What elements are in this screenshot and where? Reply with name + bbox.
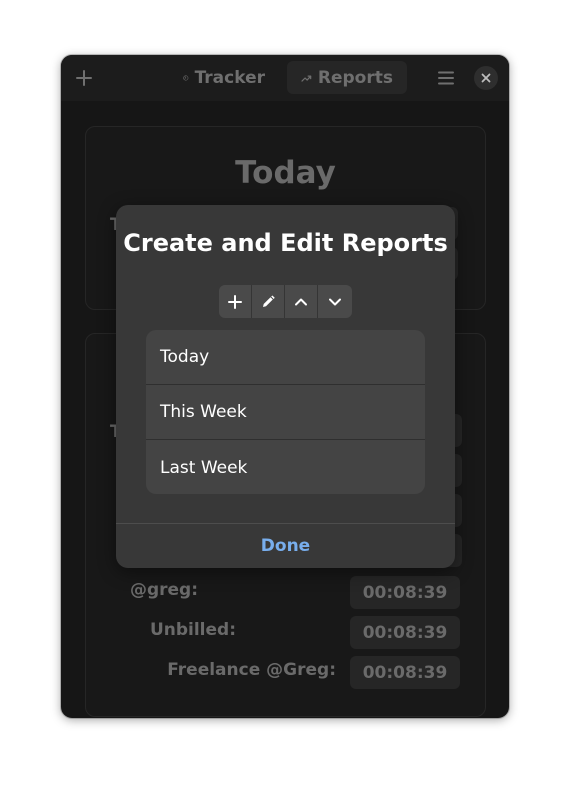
move-down-button[interactable] (318, 285, 352, 318)
row-label-freelance: Freelance @Greg: (167, 660, 336, 680)
chevron-down-icon (329, 298, 341, 305)
report-title: Today (235, 155, 336, 191)
report-label: Today (160, 347, 210, 367)
list-item[interactable]: Today (146, 330, 425, 385)
add-report-button[interactable] (219, 285, 252, 318)
time-value: 00:08:39 (350, 616, 460, 649)
clock-icon (183, 74, 189, 81)
list-item[interactable]: This Week (146, 385, 425, 440)
tab-tracker[interactable]: Tracker (169, 61, 279, 94)
edit-report-button[interactable] (252, 285, 285, 318)
report-list: Today This Week Last Week (146, 330, 425, 494)
add-button[interactable] (71, 65, 97, 91)
dialog-title: Create and Edit Reports (123, 229, 448, 257)
plus-icon (228, 294, 242, 309)
close-button[interactable] (474, 66, 498, 90)
time-value: 00:08:39 (350, 576, 460, 609)
trend-up-icon (301, 74, 312, 82)
hamburger-icon (438, 71, 454, 85)
header-bar: Tracker Reports (61, 55, 509, 101)
report-label: This Week (160, 402, 247, 422)
time-value: 00:08:39 (350, 656, 460, 689)
tab-tracker-label: Tracker (194, 67, 265, 88)
list-item[interactable]: Last Week (146, 440, 425, 494)
main-menu-button[interactable] (433, 65, 459, 91)
report-label: Last Week (160, 457, 248, 478)
report-toolbar (219, 285, 352, 318)
done-button[interactable]: Done (116, 524, 455, 568)
chevron-up-icon (295, 298, 307, 305)
tab-reports-label: Reports (317, 67, 393, 88)
plus-icon (76, 70, 92, 86)
pencil-icon (263, 295, 275, 307)
edit-reports-dialog: Create and Edit Reports Today This Week … (116, 205, 455, 568)
move-up-button[interactable] (285, 285, 318, 318)
tab-reports[interactable]: Reports (287, 61, 407, 94)
close-icon (481, 73, 491, 83)
row-label-unbilled: Unbilled: (149, 620, 236, 640)
row-label-greg: @greg: (129, 580, 198, 600)
